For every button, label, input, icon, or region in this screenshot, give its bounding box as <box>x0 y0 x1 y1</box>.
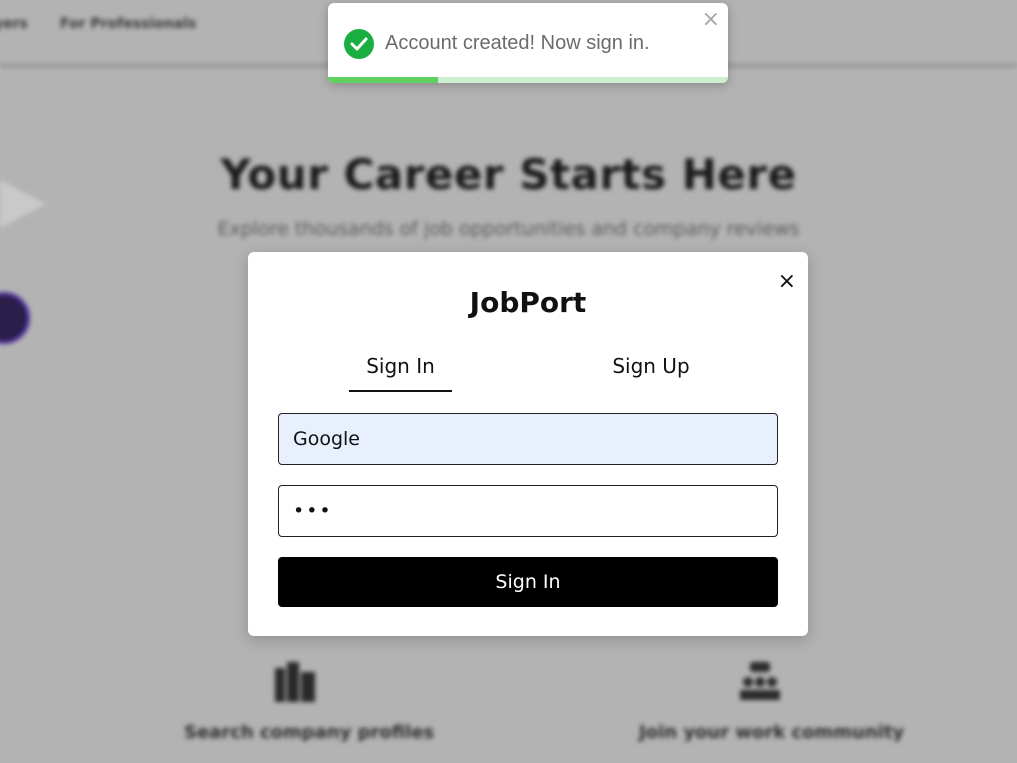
community-icon <box>740 662 780 700</box>
hero-title: Your Career Starts Here <box>220 150 797 199</box>
toast-progress-track <box>328 77 728 83</box>
nav-link-professionals[interactable]: For Professionals <box>60 16 196 32</box>
tab-sign-up[interactable]: Sign Up <box>601 354 701 378</box>
feature-label-search: Search company profiles <box>184 722 435 743</box>
username-field[interactable] <box>278 413 778 465</box>
toast-progress-fill <box>328 77 438 83</box>
building-icon <box>275 662 315 702</box>
check-circle-icon <box>344 29 374 59</box>
sign-in-button[interactable]: Sign In <box>278 557 778 607</box>
avatar <box>0 292 30 344</box>
auth-modal: × JobPort Sign In Sign Up Sign In <box>248 252 808 636</box>
toast-message: Account created! Now sign in. <box>385 32 650 54</box>
hero-subtitle: Explore thousands of job opportunities a… <box>217 218 800 240</box>
success-toast: Account created! Now sign in. × <box>328 3 728 83</box>
nav-link-employers[interactable]: yers <box>0 16 28 32</box>
feature-label-community: Join your work community <box>639 722 905 743</box>
tab-sign-in[interactable]: Sign In <box>349 354 452 392</box>
modal-title: JobPort <box>469 286 587 319</box>
toast-close-icon[interactable]: × <box>702 9 720 31</box>
password-field[interactable] <box>278 485 778 537</box>
